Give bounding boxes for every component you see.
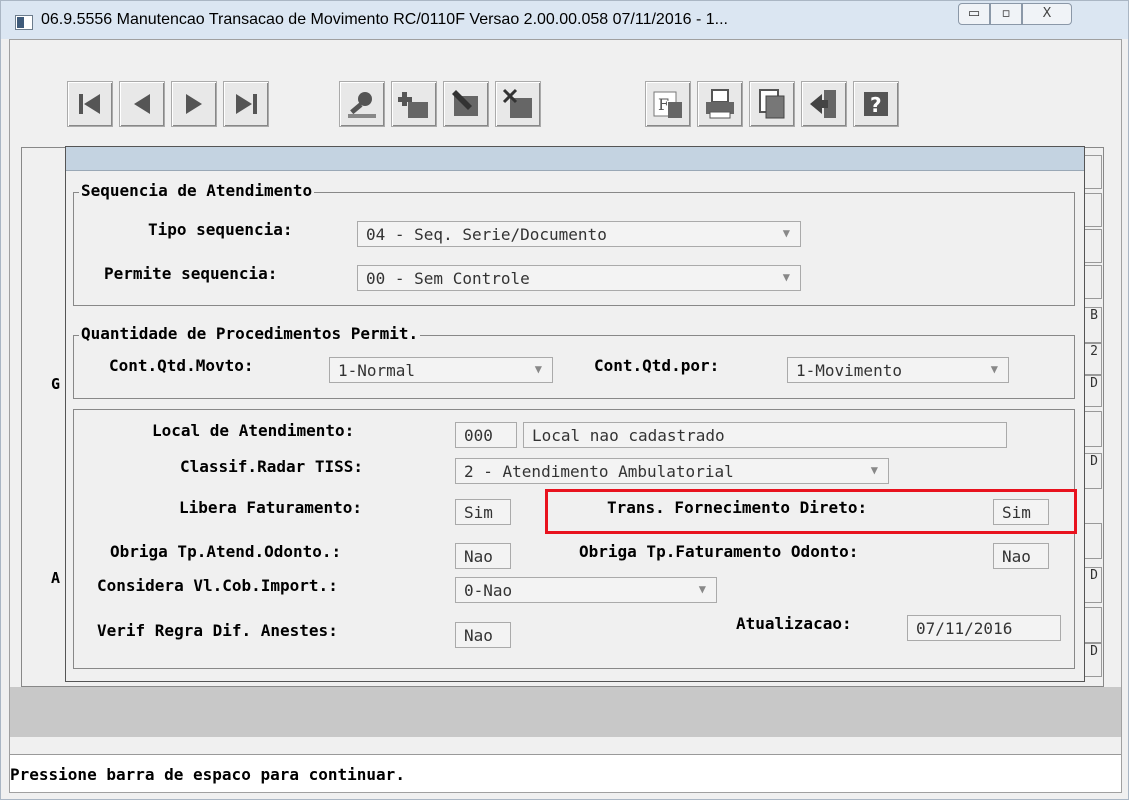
classif-radar-label: Classif.Radar TISS: bbox=[180, 457, 364, 476]
svg-text:F: F bbox=[658, 95, 669, 114]
toolbar: F ? bbox=[21, 59, 1104, 147]
stub-label: B bbox=[1090, 308, 1098, 323]
title-bar: 06.9.5556 Manutencao Transacao de Movime… bbox=[1, 1, 1128, 39]
atualizacao-field: 07/11/2016 bbox=[907, 615, 1061, 641]
add-icon bbox=[398, 92, 428, 118]
obriga-tp-faturamento-field[interactable]: Nao bbox=[993, 543, 1049, 569]
cont-qtd-movto-select[interactable]: 1-Normal ▼ bbox=[329, 357, 553, 383]
print-icon bbox=[706, 89, 734, 119]
copy-button[interactable] bbox=[749, 81, 795, 127]
local-atendimento-code-field[interactable]: 000 bbox=[455, 422, 517, 448]
cont-qtd-por-value: 1-Movimento bbox=[796, 361, 902, 380]
obriga-fat-value: Nao bbox=[1002, 547, 1031, 566]
obriga-tp-atend-odonto-label: Obriga Tp.Atend.Odonto.: bbox=[110, 542, 342, 561]
app-window: 06.9.5556 Manutencao Transacao de Movime… bbox=[0, 0, 1129, 800]
sequencia-legend: Sequencia de Atendimento bbox=[79, 181, 315, 200]
permite-sequencia-select[interactable]: 00 - Sem Controle ▼ bbox=[357, 265, 801, 291]
tipo-sequencia-value: 04 - Seq. Serie/Documento bbox=[366, 225, 607, 244]
empty-bar bbox=[10, 687, 1121, 737]
chevron-down-icon: ▼ bbox=[782, 270, 790, 284]
verif-regra-label: Verif Regra Dif. Anestes: bbox=[97, 621, 338, 640]
obriga-tp-atend-odonto-field[interactable]: Nao bbox=[455, 543, 511, 569]
obriga-tp-faturamento-label: Obriga Tp.Faturamento Odonto: bbox=[579, 542, 859, 561]
atualizacao-label: Atualizacao: bbox=[736, 614, 852, 633]
exit-button[interactable] bbox=[801, 81, 847, 127]
filter-button[interactable]: F bbox=[645, 81, 691, 127]
chevron-down-icon: ▼ bbox=[534, 362, 542, 376]
panel-header bbox=[66, 147, 1084, 171]
verif-regra-field[interactable]: Nao bbox=[455, 622, 511, 648]
libera-faturamento-label: Libera Faturamento: bbox=[179, 498, 363, 517]
stub-label: 2 bbox=[1090, 344, 1098, 359]
considera-vl-cob-select[interactable]: 0-Nao ▼ bbox=[455, 577, 717, 603]
add-button[interactable] bbox=[391, 81, 437, 127]
local-code-value: 000 bbox=[464, 426, 493, 445]
considera-vl-cob-value: 0-Nao bbox=[464, 581, 513, 600]
prev-record-button[interactable] bbox=[119, 81, 165, 127]
stub-label: D bbox=[1090, 376, 1098, 391]
delete-button[interactable] bbox=[495, 81, 541, 127]
help-icon: ? bbox=[864, 92, 888, 117]
next-record-icon bbox=[186, 94, 202, 114]
prev-record-icon bbox=[134, 94, 150, 114]
classif-radar-value: 2 - Atendimento Ambulatorial bbox=[464, 462, 734, 481]
close-icon: X bbox=[1042, 6, 1052, 21]
last-record-icon bbox=[236, 94, 257, 114]
search-button[interactable] bbox=[339, 81, 385, 127]
local-atendimento-label: Local de Atendimento: bbox=[152, 421, 355, 440]
cont-qtd-movto-label: Cont.Qtd.Movto: bbox=[109, 356, 254, 375]
highlight-box bbox=[545, 489, 1077, 534]
obriga-odonto-value: Nao bbox=[464, 547, 493, 566]
cont-qtd-por-label: Cont.Qtd.por: bbox=[594, 356, 720, 375]
edit-button[interactable] bbox=[443, 81, 489, 127]
minimize-button[interactable]: ▭ bbox=[958, 3, 990, 25]
local-atendimento-desc-field: Local nao cadastrado bbox=[523, 422, 1007, 448]
cont-qtd-por-select[interactable]: 1-Movimento ▼ bbox=[787, 357, 1009, 383]
filter-icon: F bbox=[653, 91, 682, 118]
edit-icon bbox=[452, 90, 478, 116]
chevron-down-icon: ▼ bbox=[698, 582, 706, 596]
stub-label: D bbox=[1090, 644, 1098, 659]
libera-faturamento-value: Sim bbox=[464, 503, 493, 522]
svg-text:?: ? bbox=[870, 93, 882, 117]
libera-faturamento-field[interactable]: Sim bbox=[455, 499, 511, 525]
status-message: Pressione barra de espaco para continuar… bbox=[10, 765, 405, 784]
side-label-a: A bbox=[51, 569, 61, 587]
quantidade-legend: Quantidade de Procedimentos Permit. bbox=[79, 324, 421, 343]
considera-vl-cob-label: Considera Vl.Cob.Import.: bbox=[97, 576, 338, 595]
local-desc-value: Local nao cadastrado bbox=[532, 426, 725, 445]
first-record-icon bbox=[79, 94, 100, 114]
verif-regra-value: Nao bbox=[464, 626, 493, 645]
tipo-sequencia-label: Tipo sequencia: bbox=[148, 220, 293, 239]
chevron-down-icon: ▼ bbox=[990, 362, 998, 376]
status-bar: Pressione barra de espaco para continuar… bbox=[10, 754, 1121, 792]
window-title: 06.9.5556 Manutencao Transacao de Movime… bbox=[41, 11, 728, 28]
permite-sequencia-value: 00 - Sem Controle bbox=[366, 269, 530, 288]
chevron-down-icon: ▼ bbox=[782, 226, 790, 240]
atualizacao-value: 07/11/2016 bbox=[916, 619, 1013, 638]
print-button[interactable] bbox=[697, 81, 743, 127]
permite-sequencia-label: Permite sequencia: bbox=[104, 264, 278, 283]
delete-icon bbox=[502, 88, 532, 118]
last-record-button[interactable] bbox=[223, 81, 269, 127]
cont-qtd-movto-value: 1-Normal bbox=[338, 361, 416, 380]
side-label-g: G bbox=[51, 375, 61, 393]
app-icon bbox=[15, 15, 33, 30]
chevron-down-icon: ▼ bbox=[870, 463, 878, 477]
help-button[interactable]: ? bbox=[853, 81, 899, 127]
search-icon bbox=[348, 92, 376, 118]
classif-radar-select[interactable]: 2 - Atendimento Ambulatorial ▼ bbox=[455, 458, 889, 484]
next-record-button[interactable] bbox=[171, 81, 217, 127]
copy-icon bbox=[759, 89, 785, 119]
exit-icon bbox=[810, 90, 836, 118]
close-button[interactable]: X bbox=[1022, 3, 1072, 25]
tipo-sequencia-select[interactable]: 04 - Seq. Serie/Documento ▼ bbox=[357, 221, 801, 247]
minimize-icon: ▭ bbox=[967, 6, 981, 21]
first-record-button[interactable] bbox=[67, 81, 113, 127]
stub-label: D bbox=[1090, 454, 1098, 469]
stub-label: D bbox=[1090, 568, 1098, 583]
maximize-icon: ▫ bbox=[1001, 6, 1011, 21]
maximize-button[interactable]: ▫ bbox=[990, 3, 1022, 25]
